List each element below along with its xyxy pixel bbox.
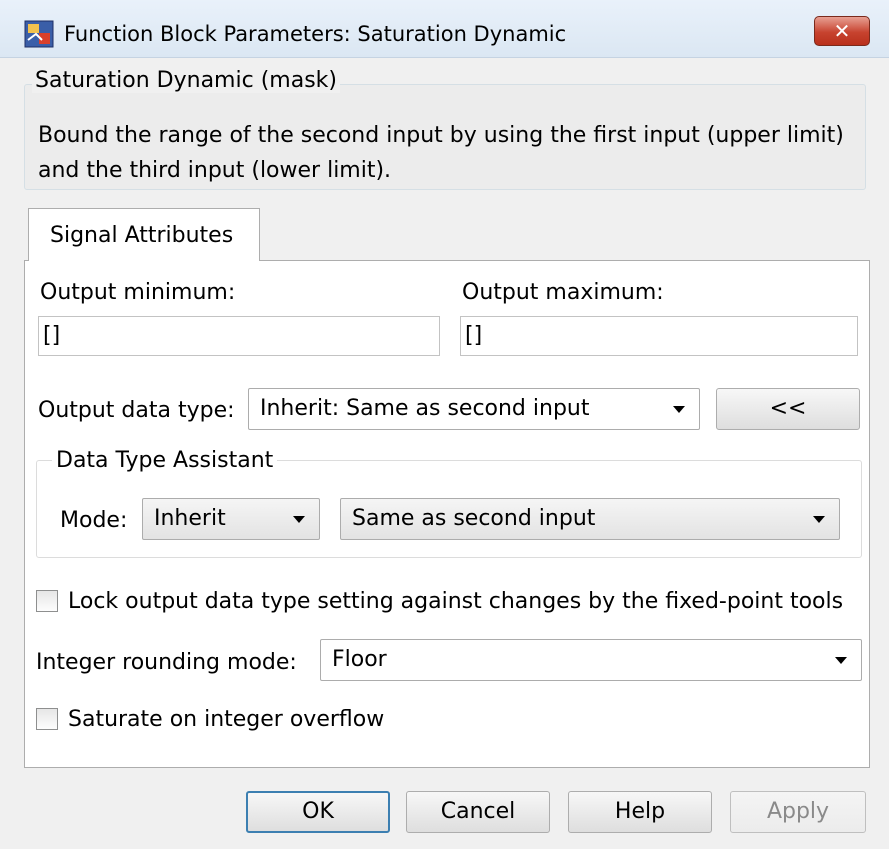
output-maximum-input[interactable]: []	[460, 316, 858, 356]
help-button[interactable]: Help	[568, 791, 712, 833]
saturate-checkbox[interactable]	[36, 708, 58, 730]
chevron-down-icon	[835, 657, 847, 664]
mask-description: Bound the range of the second input by u…	[38, 123, 844, 183]
mode-value: Inherit	[154, 506, 226, 531]
output-data-type-label: Output data type:	[38, 398, 235, 423]
assistant-toggle-label: <<	[769, 396, 807, 421]
ok-label: OK	[302, 799, 334, 824]
chevron-down-icon	[293, 516, 305, 523]
inherit-rule-select[interactable]: Same as second input	[340, 498, 840, 540]
rounding-mode-label: Integer rounding mode:	[36, 650, 297, 675]
lock-output-label: Lock output data type setting against ch…	[68, 589, 844, 614]
chevron-down-icon	[813, 516, 825, 523]
tab-label: Signal Attributes	[50, 223, 234, 248]
chevron-down-icon	[673, 406, 685, 413]
lock-output-checkbox[interactable]	[36, 590, 58, 612]
title-bar[interactable]: Function Block Parameters: Saturation Dy…	[0, 0, 889, 58]
output-minimum-input[interactable]: []	[38, 316, 440, 356]
output-minimum-label: Output minimum:	[40, 280, 236, 305]
mask-legend: Saturation Dynamic (mask)	[32, 68, 340, 93]
output-data-type-value: Inherit: Same as second input	[260, 396, 590, 421]
window-title: Function Block Parameters: Saturation Dy…	[64, 22, 567, 46]
inherit-rule-value: Same as second input	[352, 506, 596, 531]
mode-label: Mode:	[60, 508, 128, 533]
mode-select[interactable]: Inherit	[142, 498, 320, 540]
apply-label: Apply	[766, 799, 830, 824]
close-button[interactable]: ✕	[814, 16, 870, 46]
output-data-type-select[interactable]: Inherit: Same as second input	[248, 388, 700, 430]
simulink-block-icon	[24, 20, 54, 48]
tab-signal-attributes[interactable]: Signal Attributes	[28, 208, 260, 261]
cancel-label: Cancel	[440, 799, 516, 824]
help-label: Help	[614, 799, 666, 824]
saturate-label: Saturate on integer overflow	[68, 707, 385, 732]
data-type-assistant-legend: Data Type Assistant	[52, 448, 278, 473]
rounding-mode-value: Floor	[332, 647, 387, 672]
rounding-mode-select[interactable]: Floor	[320, 639, 862, 681]
apply-button[interactable]: Apply	[730, 791, 866, 833]
close-icon: ✕	[833, 19, 851, 43]
output-maximum-label: Output maximum:	[462, 280, 664, 305]
data-type-assistant-toggle-button[interactable]: <<	[716, 388, 860, 430]
ok-button[interactable]: OK	[246, 791, 390, 833]
dialog-window: Function Block Parameters: Saturation Dy…	[0, 0, 889, 849]
cancel-button[interactable]: Cancel	[406, 791, 550, 833]
